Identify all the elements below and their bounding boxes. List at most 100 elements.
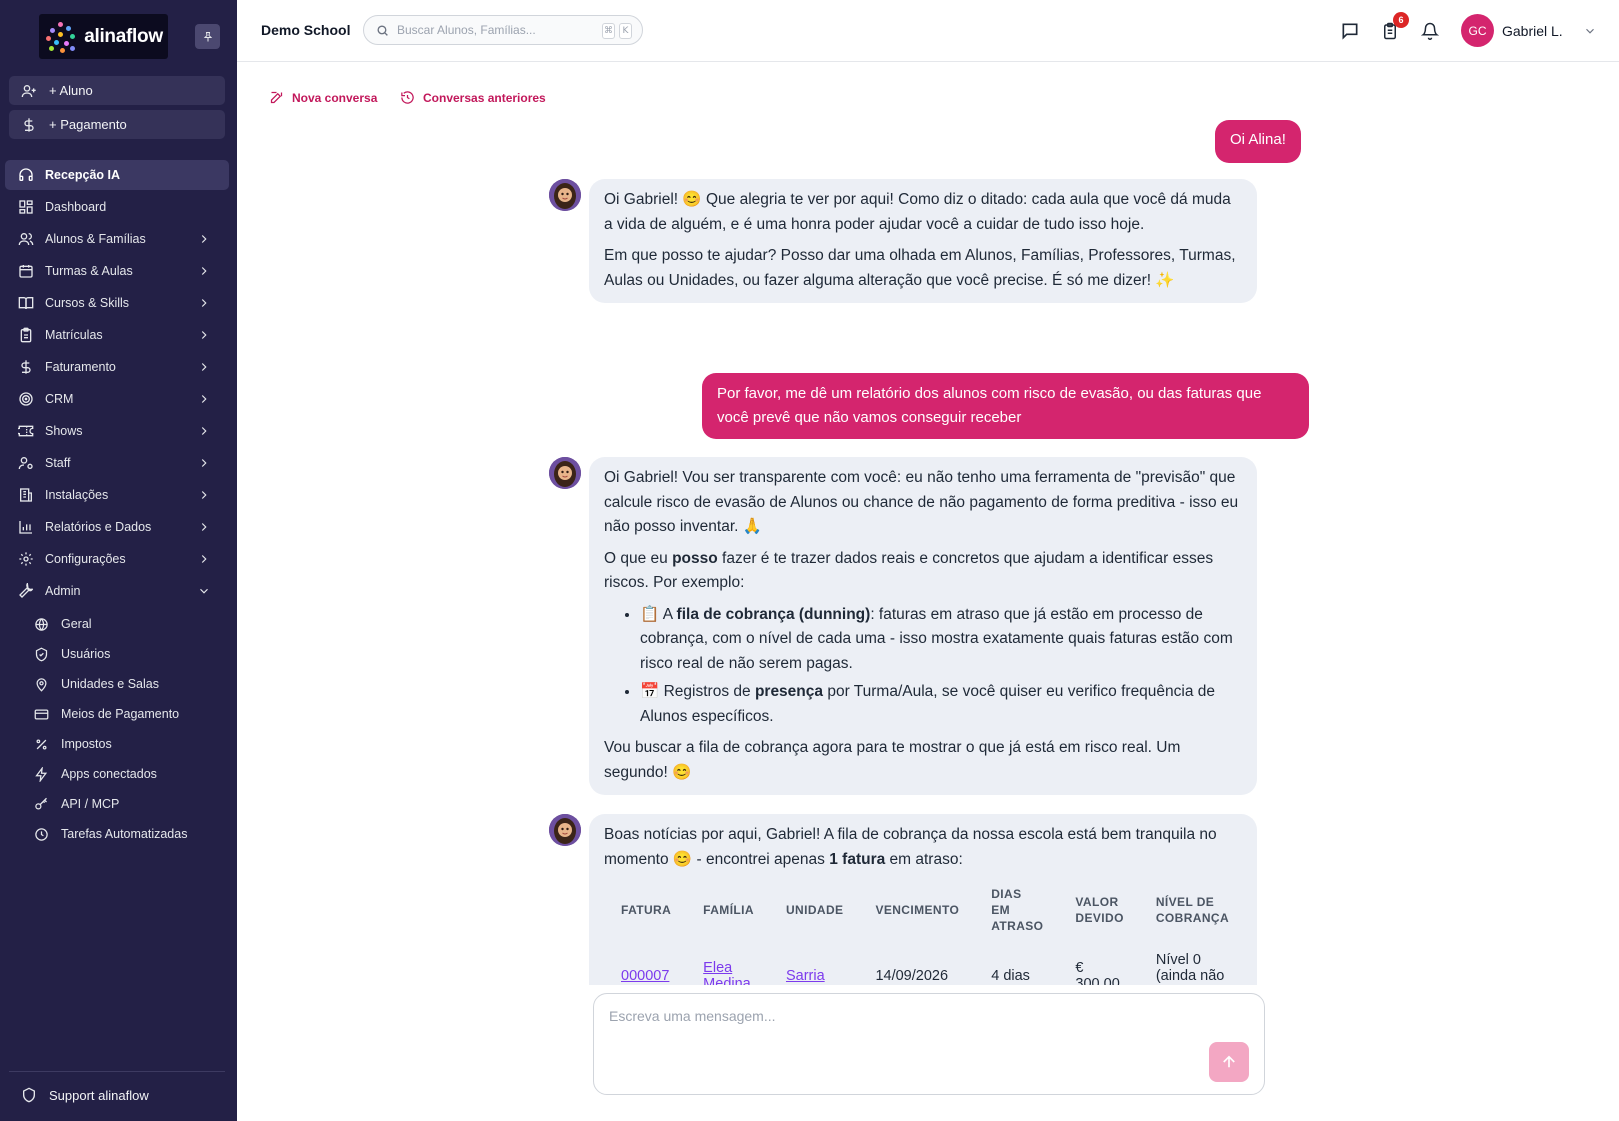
search-box[interactable]: Buscar Alunos, Famílias... ⌘ K (363, 15, 643, 45)
previous-conversations-button[interactable]: Conversas anteriores (400, 90, 546, 105)
column-header: NÍVEL DE COBRANÇA (1155, 895, 1230, 925)
assistant-face-icon (549, 179, 581, 211)
assistant-message: Oi Gabriel! 😊 Que alegria te ver por aqu… (589, 179, 1257, 303)
sidebar-item-alunos-familias[interactable]: Alunos & Famílias (5, 224, 229, 254)
chevron-right-icon (201, 395, 207, 403)
column-header: FAMÍLIA (703, 903, 754, 917)
bold-text: presença (754, 683, 824, 700)
admin-item-api-mcp[interactable]: API / MCP (33, 791, 119, 817)
book-icon (18, 297, 34, 310)
send-button[interactable] (1209, 1042, 1249, 1082)
chevron-down-icon[interactable] (1583, 24, 1597, 38)
chevron-down-icon (200, 588, 208, 594)
admin-item-tarefas[interactable]: Tarefas Automatizadas (33, 821, 187, 847)
support-label: Support alinaflow (49, 1087, 149, 1103)
dollar-icon (21, 360, 31, 374)
bullet-list: 📋 A fila de cobrança (dunning): faturas … (640, 603, 1242, 730)
admin-item-usuarios[interactable]: Usuários (33, 641, 110, 667)
sidebar-item-label: CRM (45, 392, 74, 406)
pin-sidebar-button[interactable] (195, 24, 220, 49)
assistant-face-icon (549, 814, 581, 846)
admin-item-meios-pagamento[interactable]: Meios de Pagamento (33, 701, 179, 727)
sidebar-item-label: Faturamento (45, 360, 116, 374)
shield-icon (23, 1087, 35, 1103)
chevron-right-icon (201, 523, 207, 531)
target-icon (19, 392, 33, 406)
user-name[interactable]: Gabriel L. (1502, 23, 1563, 39)
sidebar-item-configuracoes[interactable]: Configurações (5, 544, 229, 574)
user-message: Por favor, me dê um relatório dos alunos… (702, 373, 1309, 439)
sidebar-item-staff[interactable]: Staff (5, 448, 229, 478)
sidebar-item-cursos-skills[interactable]: Cursos & Skills (5, 288, 229, 318)
assistant-message: Oi Gabriel! Vou ser transparente com voc… (589, 457, 1257, 795)
shortcut-key-k: K (619, 23, 632, 39)
column-header: VENCIMENTO (875, 903, 960, 917)
sidebar-item-shows[interactable]: Shows (5, 416, 229, 446)
sidebar-item-matriculas[interactable]: Matrículas (5, 320, 229, 350)
sidebar-item-instalacoes[interactable]: Instalações (5, 480, 229, 510)
text-fragment: O que eu (604, 549, 673, 567)
school-name[interactable]: Demo School (261, 22, 350, 38)
users-icon (18, 233, 34, 246)
sidebar: alinaflow + Aluno + Pagamento Recepção I… (0, 0, 237, 1121)
wrench-icon (19, 583, 34, 598)
admin-item-apps[interactable]: Apps conectados (33, 761, 157, 787)
bar-chart-icon (19, 521, 32, 534)
admin-item-label: Geral (61, 617, 92, 631)
admin-item-geral[interactable]: Geral (33, 611, 92, 637)
chevron-right-icon (201, 491, 207, 499)
bold-text: 1 fatura (829, 850, 886, 868)
gear-icon (19, 552, 33, 566)
chat-button[interactable] (1339, 20, 1361, 42)
logo[interactable]: alinaflow (39, 14, 168, 59)
invoice-link[interactable]: 000007 (621, 968, 669, 984)
ticket-icon (18, 425, 34, 437)
sidebar-item-crm[interactable]: CRM (5, 384, 229, 414)
user-message: Oi Alina! (1215, 120, 1301, 163)
message-paragraph: Oi Gabriel! Vou ser transparente com voc… (604, 469, 1239, 535)
chevron-right-icon (201, 299, 207, 307)
sidebar-item-admin[interactable]: Admin (5, 576, 229, 606)
calendar-icon (19, 265, 33, 278)
message-paragraph: Em que posso te ajudar? Posso dar uma ol… (604, 247, 1236, 289)
admin-item-label: Impostos (61, 737, 112, 751)
list-item: 📋 A fila de cobrança (dunning): faturas … (640, 603, 1242, 677)
credit-card-icon (34, 709, 48, 719)
sidebar-item-faturamento[interactable]: Faturamento (5, 352, 229, 382)
clock-icon (34, 827, 48, 841)
add-payment-button[interactable]: + Pagamento (9, 110, 225, 139)
chevron-right-icon (201, 555, 207, 563)
sidebar-item-label: Instalações (45, 488, 109, 502)
sidebar-item-recepcao-ia[interactable]: Recepção IA (5, 160, 229, 190)
clipboard-icon (20, 327, 32, 343)
admin-item-label: Tarefas Automatizadas (61, 827, 188, 841)
sidebar-item-turmas-aulas[interactable]: Turmas & Aulas (5, 256, 229, 286)
add-student-button[interactable]: + Aluno (9, 76, 225, 105)
avatar[interactable]: GC (1461, 14, 1494, 47)
shield-icon (35, 647, 47, 661)
user-plus-icon (21, 84, 36, 97)
list-item: 📅 Registros de presença por Turma/Aula, … (640, 680, 1242, 729)
admin-item-impostos[interactable]: Impostos (33, 731, 112, 757)
sidebar-item-dashboard[interactable]: Dashboard (5, 192, 229, 222)
sidebar-item-label: Shows (45, 424, 83, 438)
admin-item-unidades[interactable]: Unidades e Salas (33, 671, 159, 697)
chevron-right-icon (201, 363, 207, 371)
lightning-icon (34, 766, 47, 782)
sidebar-item-label: Recepção IA (45, 168, 121, 182)
bold-text: fila de cobrança (dunning) (676, 605, 871, 623)
message-paragraph: Boas notícias por aqui, Gabriel! A fila … (604, 823, 1242, 872)
message-paragraph: Vou buscar a fila de cobrança agora para… (604, 739, 1181, 781)
dashboard-icon (19, 200, 33, 214)
column-header: UNIDADE (785, 903, 844, 917)
new-conversation-button[interactable]: Nova conversa (269, 90, 377, 105)
unit-link[interactable]: Sarria (786, 968, 825, 984)
text-fragment: 📋 A (640, 605, 677, 623)
search-input[interactable]: Buscar Alunos, Famílias... (397, 23, 536, 37)
sidebar-item-relatorios[interactable]: Relatórios e Dados (5, 512, 229, 542)
new-conversation-label: Nova conversa (292, 90, 378, 105)
support-link[interactable]: Support alinaflow (21, 1087, 149, 1103)
message-input[interactable] (609, 1008, 1179, 1038)
admin-item-label: Unidades e Salas (61, 677, 159, 691)
notifications-button[interactable] (1419, 20, 1441, 42)
